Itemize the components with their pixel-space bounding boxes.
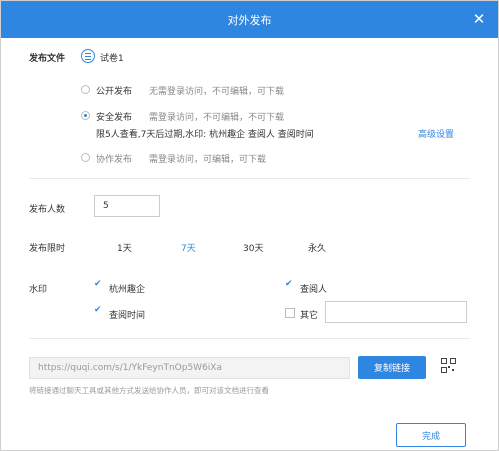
qr-code-icon[interactable] [441,358,456,373]
mode-collab-desc: 需登录访问，可编辑，可下载 [149,155,267,165]
tab-1-day[interactable]: 1天 [117,241,132,254]
advanced-settings-link[interactable]: 高级设置 [418,127,454,140]
dialog-title: 对外发布 [227,14,272,27]
document-icon [81,49,95,63]
share-url-text: https://quqi.com/s/1/YkFeynTnOp5W6iXa [38,363,222,373]
share-url-field[interactable]: https://quqi.com/s/1/YkFeynTnOp5W6iXa [29,357,350,379]
mode-public-desc: 无需登录访问，不可编辑，可下载 [149,87,285,97]
mode-secure-desc: 需登录访问，不可编辑，不可下载 [149,113,285,123]
people-count-input[interactable]: 5 [94,195,160,217]
radio-secure[interactable] [81,111,90,120]
watermark-viewer-label: 查阅人 [300,285,328,295]
divider [29,338,470,339]
dialog-header: 对外发布 ✕ [1,1,498,38]
mode-secure-label: 安全发布 [96,113,133,123]
radio-collab[interactable] [81,153,90,162]
watermark-other-input[interactable] [325,301,467,323]
checkbox-company[interactable] [94,279,104,292]
people-count-value: 5 [103,201,109,211]
divider [29,178,470,179]
mode-collab-label: 协作发布 [96,155,133,165]
file-label: 发布文件 [29,54,66,64]
share-hint: 将链接通过聊天工具或其他方式发送给协作人员，即可对该文档进行查看 [29,386,269,395]
copy-link-button[interactable]: 复制链接 [358,356,426,379]
mode-secure-detail: 限5人查看,7天后过期,水印: 杭州趣企 查阅人 查阅时间 [96,130,314,140]
done-button[interactable]: 完成 [396,423,466,447]
checkbox-viewer[interactable] [285,279,295,292]
watermark-view-time-label: 查阅时间 [109,311,146,321]
tab-30-days[interactable]: 30天 [243,241,263,254]
file-name: 试卷1 [100,54,124,64]
time-limit-label: 发布限时 [29,244,66,254]
close-icon[interactable]: ✕ [470,10,488,28]
checkbox-other[interactable] [285,308,295,318]
watermark-other-label: 其它 [300,311,319,321]
tab-forever[interactable]: 永久 [308,241,326,254]
tab-7-days[interactable]: 7天 [181,241,196,254]
mode-public-label: 公开发布 [96,87,133,97]
radio-public[interactable] [81,85,90,94]
watermark-company-label: 杭州趣企 [109,285,146,295]
people-label: 发布人数 [29,205,66,215]
checkbox-view-time[interactable] [94,305,104,318]
publish-dialog: 对外发布 ✕ 发布文件 试卷1 公开发布 无需登录访问，不可编辑，可下载 安全发… [0,0,499,451]
watermark-label: 水印 [29,285,48,295]
